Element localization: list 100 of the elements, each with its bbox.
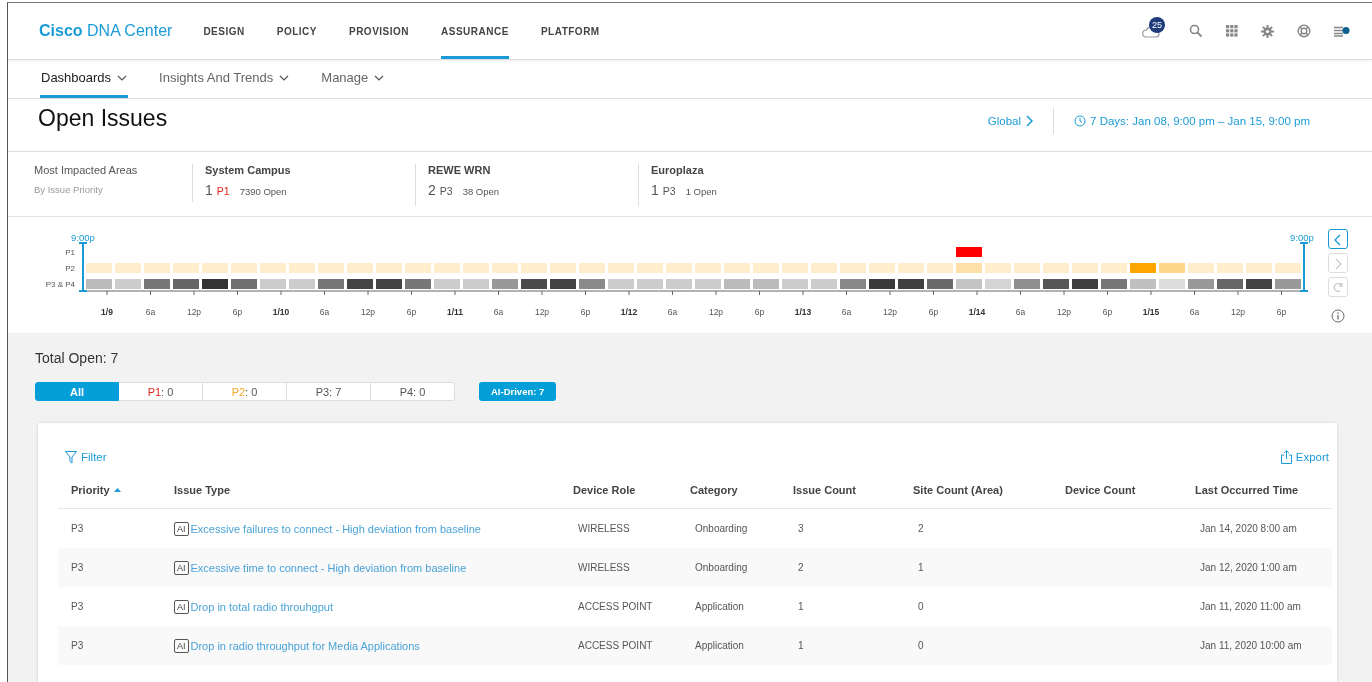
heatmap-cell[interactable] [1246,263,1272,274]
heatmap-cell[interactable] [1159,279,1185,290]
heatmap-cell[interactable] [637,279,663,290]
heatmap-cell[interactable] [985,263,1011,274]
area-name[interactable]: REWE WRN [428,163,638,176]
heatmap-cell[interactable] [840,279,866,290]
list-status-icon[interactable] [1334,25,1350,37]
heatmap-cell[interactable] [173,263,199,274]
area-name[interactable]: Europlaza [651,163,861,176]
heatmap-cell[interactable] [202,263,228,274]
heatmap-cell[interactable] [811,279,837,290]
column-header[interactable]: Priority [58,484,161,496]
heatmap-cell[interactable] [115,279,141,290]
subnav-tab[interactable]: Dashboards [40,60,129,99]
column-header[interactable]: Issue Type [161,484,560,496]
heatmap-cell[interactable] [956,263,982,274]
heatmap-cell[interactable] [753,263,779,274]
heatmap-cell[interactable] [1014,263,1040,274]
heatmap-cell[interactable] [1014,279,1040,290]
heatmap-cell[interactable] [985,279,1011,290]
heatmap-cell[interactable] [1130,263,1156,274]
heatmap-cell[interactable] [869,279,895,290]
heatmap-cell[interactable] [927,279,953,290]
heatmap-cell[interactable] [521,263,547,274]
heatmap-cell[interactable] [318,279,344,290]
heatmap-cell[interactable] [318,263,344,274]
heatmap-cell[interactable] [1043,279,1069,290]
heatmap-cell[interactable] [1275,279,1301,290]
heatmap-cell[interactable] [347,279,373,290]
nav-tab[interactable]: PLATFORM [540,3,600,60]
lifebuoy-icon[interactable] [1297,24,1311,39]
nav-tab[interactable]: ASSURANCE [441,3,509,60]
heatmap-cell[interactable] [840,263,866,274]
prev-button[interactable] [1328,229,1348,250]
heatmap-cell[interactable] [434,279,460,290]
heatmap-cell[interactable] [579,263,605,274]
heatmap-cell[interactable] [579,279,605,290]
heatmap-cell[interactable] [202,279,228,290]
heatmap-cell[interactable] [405,279,431,290]
heatmap-cell[interactable] [898,279,924,290]
heatmap-cell[interactable] [869,263,895,274]
heatmap-cell[interactable] [1188,279,1214,290]
heatmap-cell[interactable] [144,263,170,274]
heatmap-cell[interactable] [608,279,634,290]
nav-tab[interactable]: POLICY [276,3,317,60]
heatmap-cell[interactable] [463,263,489,274]
priority-filter-tab[interactable]: P4: 0 [371,382,455,401]
heatmap-cell[interactable] [1101,263,1127,274]
heatmap-cell[interactable] [666,279,692,290]
heatmap-cell[interactable] [1217,279,1243,290]
subnav-tab[interactable]: Manage [320,60,386,99]
heatmap-cell[interactable] [550,279,576,290]
heatmap-cell[interactable] [1043,263,1069,274]
column-header[interactable]: Issue Count [780,484,900,496]
area-name[interactable]: System Campus [205,163,415,176]
range-start-handle[interactable] [78,242,88,293]
subnav-tab[interactable]: Insights And Trends [158,60,291,99]
heatmap-cell[interactable] [376,279,402,290]
heatmap-cell[interactable] [608,263,634,274]
heatmap-cell[interactable] [492,263,518,274]
heatmap-cell[interactable] [724,263,750,274]
heatmap-cell[interactable] [1246,279,1272,290]
heatmap-cell[interactable] [231,263,257,274]
heatmap-cell[interactable] [782,263,808,274]
heatmap-cell[interactable] [144,279,170,290]
heatmap-cell[interactable] [695,279,721,290]
heatmap-cell[interactable] [1217,263,1243,274]
heatmap-cell[interactable] [173,279,199,290]
heatmap-cell[interactable] [347,263,373,274]
heatmap-cell[interactable] [231,279,257,290]
column-header[interactable]: Device Role [560,484,677,496]
heatmap-cell[interactable] [463,279,489,290]
nav-tab[interactable]: PROVISION [348,3,410,60]
heatmap-cell[interactable] [956,279,982,290]
heatmap-cell[interactable] [956,247,982,258]
heatmap-cell[interactable] [405,263,431,274]
heatmap-cell[interactable] [260,279,286,290]
heatmap-cell[interactable] [289,263,315,274]
heatmap-cell[interactable] [86,279,112,290]
heatmap-cell[interactable] [1159,263,1185,274]
heatmap-cell[interactable] [289,279,315,290]
heatmap-cell[interactable] [927,263,953,274]
priority-filter-tab[interactable]: P2: 0 [203,382,287,401]
heatmap-cell[interactable] [724,279,750,290]
heatmap-cell[interactable] [115,263,141,274]
apps-grid-icon[interactable] [1226,25,1238,38]
heatmap-cell[interactable] [695,263,721,274]
search-icon[interactable] [1189,24,1203,39]
heatmap-cell[interactable] [1130,279,1156,290]
heatmap-cell[interactable] [1275,263,1301,274]
heatmap-cell[interactable] [86,263,112,274]
heatmap-cell[interactable] [376,263,402,274]
heatmap-cell[interactable] [811,263,837,274]
heatmap-cell[interactable] [666,263,692,274]
heatmap-cell[interactable] [1072,263,1098,274]
heatmap-cell[interactable] [753,279,779,290]
heatmap-cell[interactable] [1072,279,1098,290]
heatmap-cell[interactable] [1188,263,1214,274]
heatmap-cell[interactable] [434,263,460,274]
heatmap-cell[interactable] [492,279,518,290]
